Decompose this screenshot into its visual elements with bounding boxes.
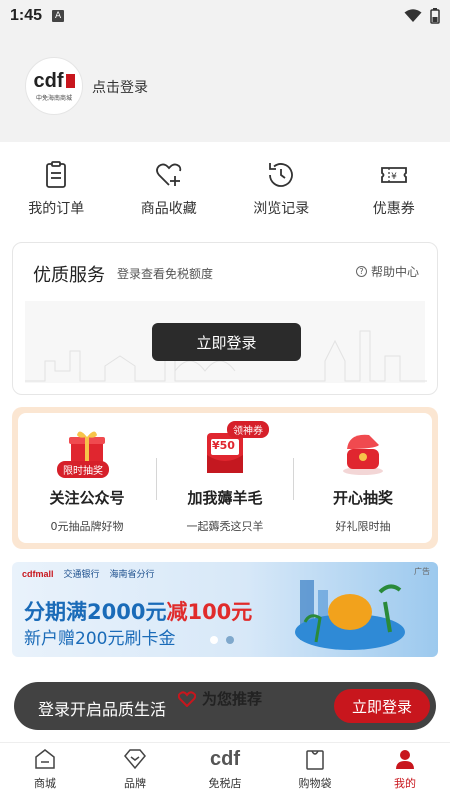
tab-label: 品牌	[124, 777, 146, 790]
brand-icon	[124, 749, 146, 770]
banner-headline: 分期满2000元减100元	[24, 600, 253, 624]
banner-subline: 新户赠200元刷卡金	[24, 629, 176, 649]
promo-desc: 0元抽品牌好物	[50, 520, 124, 533]
tab-bag[interactable]: 购物袋	[270, 743, 360, 800]
wifi-icon	[404, 9, 422, 22]
status-time: 1:45	[10, 7, 43, 24]
promo-badge: 领神券	[227, 421, 269, 438]
tab-label: 我的	[394, 777, 416, 790]
promo-badge: 限时抽奖	[57, 461, 109, 478]
history-icon	[269, 163, 294, 187]
coupon-icon: ¥	[380, 167, 407, 183]
carousel-dots	[210, 636, 234, 644]
help-center-label: 帮助中心	[370, 265, 419, 279]
quick-link-label: 我的订单	[28, 201, 85, 217]
promo-desc: 一起薅秃这只羊	[186, 520, 264, 533]
quick-link-history[interactable]: 浏览记录	[225, 142, 338, 237]
promo-lottery[interactable]: 开心抽奖 好礼限时抽	[294, 413, 432, 543]
bag-icon	[306, 750, 324, 770]
toast-text: 登录开启品质生活	[38, 700, 167, 719]
service-login-button[interactable]: 立即登录	[152, 323, 301, 361]
tab-label: 商城	[34, 777, 56, 790]
recommend-title: 为您推荐	[202, 690, 263, 708]
cdf-logo-icon: cdf	[210, 748, 240, 770]
home-icon	[35, 749, 55, 769]
quick-links: 我的订单 商品收藏 浏览记录 ¥ 优惠券	[0, 142, 450, 237]
ad-label: 广告	[414, 567, 430, 576]
user-icon	[396, 750, 414, 769]
service-card: 优质服务 登录查看免税额度 ? 帮助中心 立即登录	[12, 242, 438, 395]
promo-name: 开心抽奖	[332, 489, 393, 507]
main-content: 我的订单 商品收藏 浏览记录 ¥ 优惠券 优质服务 登录查看免税额度 ? 帮助中…	[0, 142, 450, 742]
tab-duty-free[interactable]: cdf 免税店	[180, 743, 270, 800]
heart-icon	[178, 690, 196, 707]
status-bar: 1:45 A	[0, 0, 450, 32]
order-icon	[46, 161, 67, 188]
service-title: 优质服务	[33, 265, 105, 286]
quick-link-label: 浏览记录	[253, 201, 310, 217]
carousel-dot-active[interactable]	[210, 636, 218, 644]
login-link[interactable]: 点击登录	[92, 77, 148, 97]
tab-label: 免税店	[208, 777, 242, 790]
bank-logo: 交通银行	[63, 570, 100, 580]
quick-link-label: 商品收藏	[140, 201, 197, 217]
bottom-tab-bar: 商城 品牌 cdf 免税店 购物袋 我的	[0, 742, 450, 800]
recommend-heading: 为您推荐	[178, 688, 262, 709]
heart-plus-icon	[155, 163, 181, 186]
tab-mall[interactable]: 商城	[0, 743, 90, 800]
banner-illustration	[295, 580, 405, 650]
quick-link-favorites[interactable]: 商品收藏	[113, 142, 226, 237]
promo-follow-account[interactable]: 限时抽奖 关注公众号 0元抽品牌好物	[18, 413, 156, 543]
promo-name: 关注公众号	[49, 489, 125, 507]
promo-desc: 好礼限时抽	[335, 520, 391, 533]
service-subtitle: 登录查看免税额度	[117, 267, 214, 281]
promo-card: 限时抽奖 关注公众号 0元抽品牌好物 ¥50 领神券 加我薅羊毛 一起薅秃这只羊	[12, 407, 438, 549]
promo-coupon[interactable]: ¥50 领神券 加我薅羊毛 一起薅秃这只羊	[156, 413, 294, 543]
cdf-logo-text: cdf	[33, 69, 64, 92]
tab-label: 购物袋	[298, 777, 332, 790]
help-icon: ?	[355, 266, 367, 277]
help-center-link[interactable]: ? 帮助中心	[355, 263, 419, 280]
tab-mine[interactable]: 我的	[360, 743, 450, 800]
svg-text:¥: ¥	[391, 172, 397, 182]
cdf-logo-sub: 中免海南商城	[35, 94, 72, 102]
notification-a-icon: A	[52, 10, 65, 22]
profile-header: cdf 中免海南商城 点击登录	[0, 32, 450, 142]
quick-link-coupons[interactable]: ¥ 优惠券	[338, 142, 450, 237]
battery-icon	[430, 8, 440, 24]
promo-name: 加我薅羊毛	[187, 489, 263, 507]
avatar[interactable]: cdf 中免海南商城	[25, 57, 83, 115]
toast-login-button[interactable]: 立即登录	[334, 689, 430, 723]
branch-label: 海南省分行	[109, 570, 155, 580]
quick-link-orders[interactable]: 我的订单	[0, 142, 113, 237]
carousel-dot[interactable]	[226, 636, 234, 644]
bank-ad-banner[interactable]: cdfmall 交通银行 海南省分行 广告 分期满2000元减100元 新户赠2…	[12, 562, 438, 657]
cdfmall-logo: cdfmall	[22, 568, 54, 579]
coupon-value: ¥50	[212, 439, 235, 452]
cdf-logo-red-block	[65, 73, 75, 88]
quick-link-label: 优惠券	[372, 201, 415, 217]
tab-brand[interactable]: 品牌	[90, 743, 180, 800]
treasure-box-icon	[343, 434, 383, 475]
